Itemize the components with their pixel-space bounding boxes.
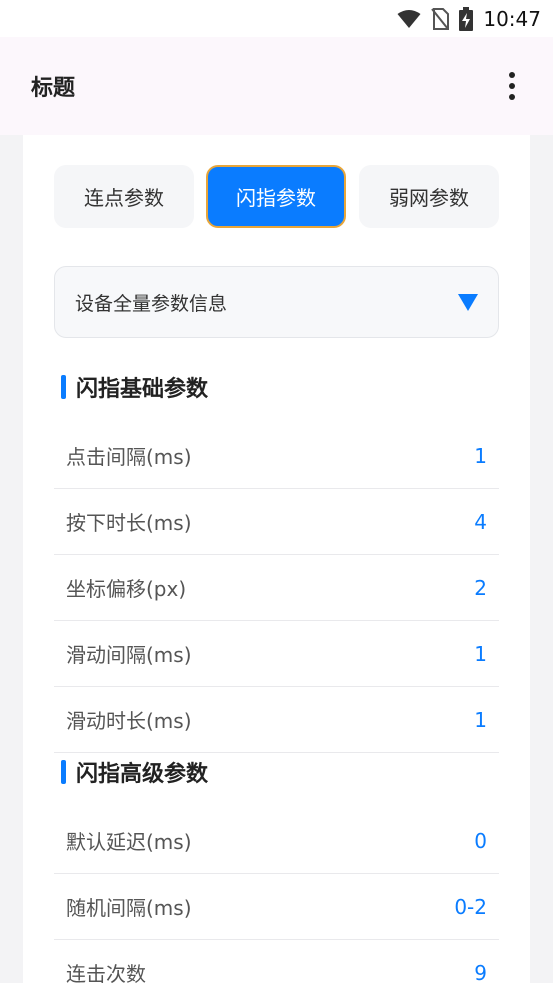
tab-weak-network-params[interactable]: 弱网参数 <box>359 165 499 228</box>
param-key: 滑动时长(ms) <box>66 709 192 733</box>
section-basic-header: 闪指基础参数 <box>61 372 208 402</box>
param-key: 点击间隔(ms) <box>66 445 192 469</box>
tab-bar: 连点参数 闪指参数 弱网参数 <box>54 165 499 228</box>
param-key: 默认延迟(ms) <box>66 830 192 854</box>
app-bar: 标题 <box>0 37 553 135</box>
dropdown-label: 设备全量参数信息 <box>75 292 228 315</box>
more-options-button[interactable] <box>502 66 522 106</box>
param-row[interactable]: 默认延迟(ms) 0 <box>54 808 499 874</box>
param-row[interactable]: 连击次数 9 <box>54 940 499 983</box>
param-key: 随机间隔(ms) <box>66 896 192 920</box>
param-value: 1 <box>474 641 487 666</box>
battery-charging-icon <box>459 6 474 31</box>
status-bar: 10:47 <box>0 0 553 37</box>
more-vertical-icon <box>509 72 515 78</box>
section-advanced-header: 闪指高级参数 <box>61 757 208 787</box>
param-row[interactable]: 点击间隔(ms) 1 <box>54 423 499 489</box>
status-time: 10:47 <box>483 6 541 31</box>
param-value: 4 <box>474 509 487 534</box>
wifi-icon <box>397 9 421 28</box>
section-accent-bar <box>61 375 66 399</box>
tab-click-params[interactable]: 连点参数 <box>54 165 194 228</box>
page-title: 标题 <box>31 76 76 101</box>
param-key: 连击次数 <box>66 962 146 983</box>
param-value: 0-2 <box>454 894 487 919</box>
param-key: 按下时长(ms) <box>66 511 192 535</box>
section-accent-bar <box>61 760 66 784</box>
param-row[interactable]: 随机间隔(ms) 0-2 <box>54 874 499 940</box>
param-key: 滑动间隔(ms) <box>66 643 192 667</box>
device-params-dropdown[interactable]: 设备全量参数信息 <box>54 266 499 338</box>
no-sim-icon <box>431 7 450 30</box>
dropdown-arrow-icon <box>458 293 478 311</box>
param-value: 1 <box>474 443 487 468</box>
param-row[interactable]: 坐标偏移(px) 2 <box>54 555 499 621</box>
param-value: 2 <box>474 575 487 600</box>
param-row[interactable]: 按下时长(ms) 4 <box>54 489 499 555</box>
param-row[interactable]: 滑动时长(ms) 1 <box>54 687 499 753</box>
param-row[interactable]: 滑动间隔(ms) 1 <box>54 621 499 687</box>
section-advanced-title: 闪指高级参数 <box>76 762 209 787</box>
more-vertical-icon <box>509 83 515 89</box>
section-basic-title: 闪指基础参数 <box>76 377 209 402</box>
params-card: 连点参数 闪指参数 弱网参数 设备全量参数信息 闪指基础参数 点击间隔(ms) … <box>23 135 530 983</box>
param-value: 9 <box>474 960 487 983</box>
param-value: 0 <box>474 828 487 853</box>
param-value: 1 <box>474 707 487 732</box>
param-key: 坐标偏移(px) <box>66 577 187 601</box>
more-vertical-icon <box>509 94 515 100</box>
tab-flash-finger-params[interactable]: 闪指参数 <box>206 165 346 228</box>
